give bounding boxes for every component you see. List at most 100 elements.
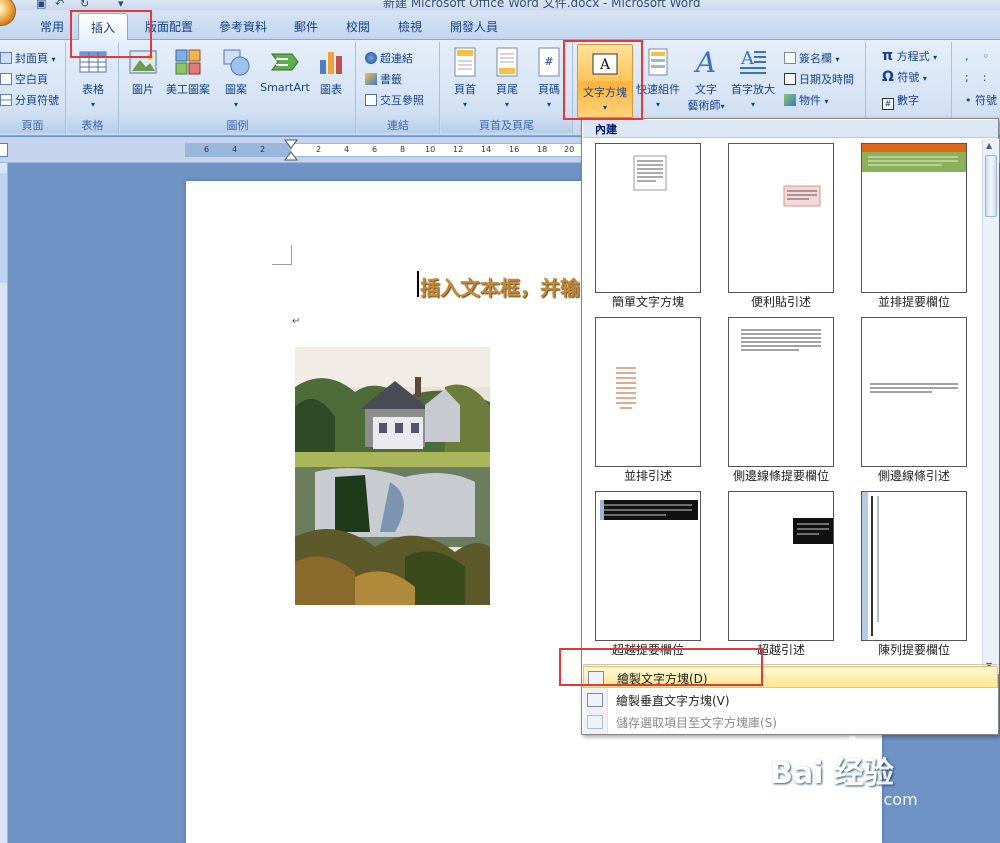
ruler-number: 4 bbox=[344, 145, 350, 154]
symbol-button[interactable]: Ω 符號 ▾ bbox=[882, 69, 927, 85]
group-pages: 封面頁 ▾ 空白頁 分頁符號 頁面 bbox=[0, 42, 66, 134]
gallery-item-side-by-side-quote[interactable] bbox=[595, 317, 701, 467]
save-selection-to-gallery-menu-item: 儲存選取項目至文字方塊庫(S) bbox=[583, 711, 998, 733]
gallery-item-sideline-sidebar[interactable] bbox=[728, 317, 834, 467]
gallery-scroll-thumb[interactable] bbox=[985, 155, 997, 217]
textbox-button[interactable]: A 文字方塊 ▾ bbox=[577, 44, 633, 118]
shapes-button[interactable]: 圖案 ▾ bbox=[218, 46, 254, 110]
gallery-item-sideline-quote[interactable] bbox=[861, 317, 967, 467]
text-cursor bbox=[417, 271, 419, 297]
bookmark-button[interactable]: 書籤 bbox=[365, 71, 402, 87]
ruler-number: 18 bbox=[537, 145, 548, 154]
page-break-icon bbox=[0, 94, 12, 106]
tab-developer[interactable]: 開發人員 bbox=[450, 18, 498, 35]
redo-icon[interactable]: ↻ bbox=[80, 0, 89, 10]
number-icon: # bbox=[882, 98, 894, 110]
qat-customize-icon[interactable]: ▾ bbox=[118, 0, 124, 10]
dropcap-icon: A bbox=[740, 48, 766, 74]
gallery-item-exhibit-sidebar[interactable] bbox=[861, 491, 967, 641]
title-bar: ▣ ↶ ↻ ▾ 新建 Microsoft Office Word 文件.docx… bbox=[0, 0, 1000, 10]
table-icon bbox=[79, 51, 107, 73]
ruler-number: 12 bbox=[453, 145, 464, 154]
indent-marker-icon[interactable] bbox=[284, 139, 298, 163]
table-button[interactable]: 表格 ▾ bbox=[75, 46, 111, 110]
quick-parts-button[interactable]: 快速組件 ▾ bbox=[634, 46, 682, 110]
tab-page-layout[interactable]: 版面配置 bbox=[145, 18, 193, 35]
menu-separator bbox=[583, 664, 998, 665]
hyperlink-button[interactable]: 超連結 bbox=[365, 50, 413, 66]
side-by-side-quote-preview-icon bbox=[616, 367, 636, 409]
blank-page-button[interactable]: 空白頁 bbox=[0, 71, 48, 87]
smartart-button[interactable]: SmartArt bbox=[258, 46, 312, 94]
draw-textbox-menu-item[interactable]: 繪製文字方塊(D) bbox=[583, 666, 998, 688]
header-icon bbox=[454, 47, 476, 77]
page-number-button[interactable]: # 頁碼 ▾ bbox=[531, 46, 567, 110]
header-button[interactable]: 頁首 ▾ bbox=[447, 46, 483, 110]
ruler-number: 16 bbox=[509, 145, 520, 154]
date-time-button[interactable]: 日期及時間 bbox=[784, 71, 854, 87]
tab-mailings[interactable]: 郵件 bbox=[294, 18, 318, 35]
special-char-1[interactable]: , ◦ bbox=[965, 50, 989, 63]
cross-reference-button[interactable]: 交互參照 bbox=[365, 92, 424, 108]
gallery-label: 超越引述 bbox=[756, 643, 805, 657]
tab-view[interactable]: 檢視 bbox=[398, 18, 422, 35]
gallery-item-transcend-sidebar[interactable] bbox=[595, 491, 701, 641]
gallery-scrollbar[interactable]: ▲ ▼ bbox=[982, 139, 999, 674]
window-title: 新建 Microsoft Office Word 文件.docx - Micro… bbox=[383, 0, 701, 10]
ruler-number: 8 bbox=[400, 145, 406, 154]
gallery-header-builtin: 內建 bbox=[583, 120, 998, 138]
globe-icon bbox=[365, 52, 377, 64]
gallery-label: 側邊線條提要欄位 bbox=[732, 469, 829, 483]
landscape-photo[interactable] bbox=[295, 347, 490, 605]
tab-selector[interactable] bbox=[0, 143, 8, 157]
side-by-side-preview-icon bbox=[862, 144, 966, 172]
save-icon[interactable]: ▣ bbox=[36, 0, 46, 10]
quick-parts-icon bbox=[648, 48, 668, 76]
equation-button[interactable]: π 方程式 ▾ bbox=[882, 48, 937, 64]
sideline-quote-preview-icon bbox=[870, 383, 958, 393]
sticky-note-preview-icon bbox=[783, 185, 821, 207]
picture-button[interactable]: 圖片 bbox=[126, 46, 160, 97]
object-button[interactable]: 物件 ▾ bbox=[784, 92, 829, 108]
gallery-item-transcend-quote[interactable] bbox=[728, 491, 834, 641]
omega-icon: Ω bbox=[882, 69, 894, 85]
clipart-button[interactable]: 美工圖案 bbox=[164, 46, 212, 97]
gallery-item-side-by-side-sidebar[interactable] bbox=[861, 143, 967, 293]
dropcap-button[interactable]: A 首字放大 ▾ bbox=[730, 46, 776, 110]
gallery-label: 側邊線條引述 bbox=[877, 469, 950, 483]
draw-vertical-textbox-menu-item[interactable]: 繪製垂直文字方塊(V) bbox=[583, 689, 998, 711]
undo-icon[interactable]: ↶ bbox=[55, 0, 64, 10]
margin-crop-mark bbox=[272, 245, 292, 265]
svg-text:#: # bbox=[544, 55, 553, 68]
gallery-item-sticky-note-quote[interactable] bbox=[728, 143, 834, 293]
wordart-button[interactable]: A 文字 藝術師▾ bbox=[686, 46, 726, 113]
signature-line-button[interactable]: 簽名欄 ▾ bbox=[784, 50, 840, 66]
group-tables: 表格 ▾ 表格 bbox=[67, 42, 119, 134]
special-symbol-button[interactable]: • 符號 bbox=[965, 92, 997, 108]
transcend-sidebar-preview-icon bbox=[600, 500, 698, 520]
special-char-2[interactable]: ; : bbox=[965, 71, 986, 84]
wordart-icon: A bbox=[693, 46, 716, 78]
paragraph-mark: ↵ bbox=[292, 316, 301, 327]
ruler-number: 10 bbox=[425, 145, 436, 154]
left-panel-edge bbox=[0, 163, 8, 843]
page-break-button[interactable]: 分頁符號 bbox=[0, 92, 59, 108]
cover-page-button[interactable]: 封面頁 ▾ bbox=[0, 50, 56, 66]
number-button[interactable]: # 數字 bbox=[882, 92, 919, 110]
gallery-item-simple-textbox[interactable] bbox=[595, 143, 701, 293]
tab-home[interactable]: 常用 bbox=[40, 18, 64, 35]
group-label-tables: 表格 bbox=[67, 118, 118, 133]
watermark-brand: Bai 经验 bbox=[770, 756, 894, 791]
calendar-icon bbox=[784, 73, 796, 85]
picture-icon bbox=[129, 50, 157, 74]
chart-button[interactable]: 圖表 bbox=[314, 46, 348, 97]
group-header-footer: 頁首 ▾ 頁尾 ▾ # 頁碼 ▾ 頁首及頁尾 bbox=[441, 42, 573, 134]
clipart-icon bbox=[175, 49, 201, 75]
tab-insert[interactable]: 插入 bbox=[78, 13, 129, 41]
tab-references[interactable]: 參考資料 bbox=[219, 18, 267, 35]
scroll-up-icon[interactable]: ▲ bbox=[986, 141, 992, 150]
footer-button[interactable]: 頁尾 ▾ bbox=[489, 46, 525, 110]
tab-review[interactable]: 校閱 bbox=[346, 18, 370, 35]
document-heading[interactable]: 插入文本框，并输 bbox=[420, 272, 580, 301]
chart-icon bbox=[320, 52, 342, 74]
